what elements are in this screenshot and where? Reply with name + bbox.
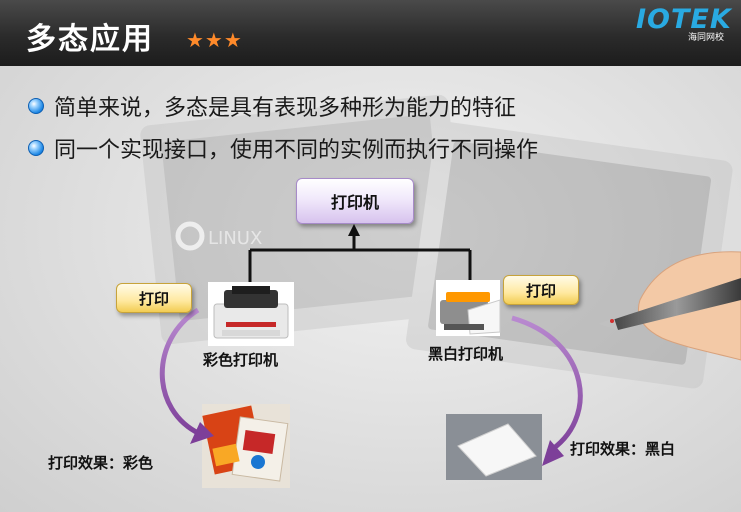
color-printer-label: 彩色打印机 [203, 351, 279, 369]
bw-result-label: 打印效果：黑白 [570, 440, 676, 458]
hand-with-pen-image [598, 251, 741, 361]
bw-printer-label: 黑白打印机 [428, 345, 504, 363]
color-printer-image [208, 282, 294, 346]
inheritance-connector [248, 234, 472, 285]
color-print-sample-image [202, 404, 290, 488]
bw-print-sample-image [446, 414, 542, 480]
color-print-method-tag: 打印 [116, 283, 192, 313]
bw-printer-image [436, 280, 501, 336]
diagram-graphics [159, 224, 741, 488]
slide: LINUX 多态应用 ★★★ IOTEK 海同网校 简单来说，多态是具有表现多种… [0, 0, 741, 512]
color-result-label: 打印效果：彩色 [48, 454, 154, 472]
connector-arrowhead [348, 224, 360, 236]
bw-print-method-tag: 打印 [503, 275, 579, 305]
printer-parent-box: 打印机 [296, 178, 414, 224]
